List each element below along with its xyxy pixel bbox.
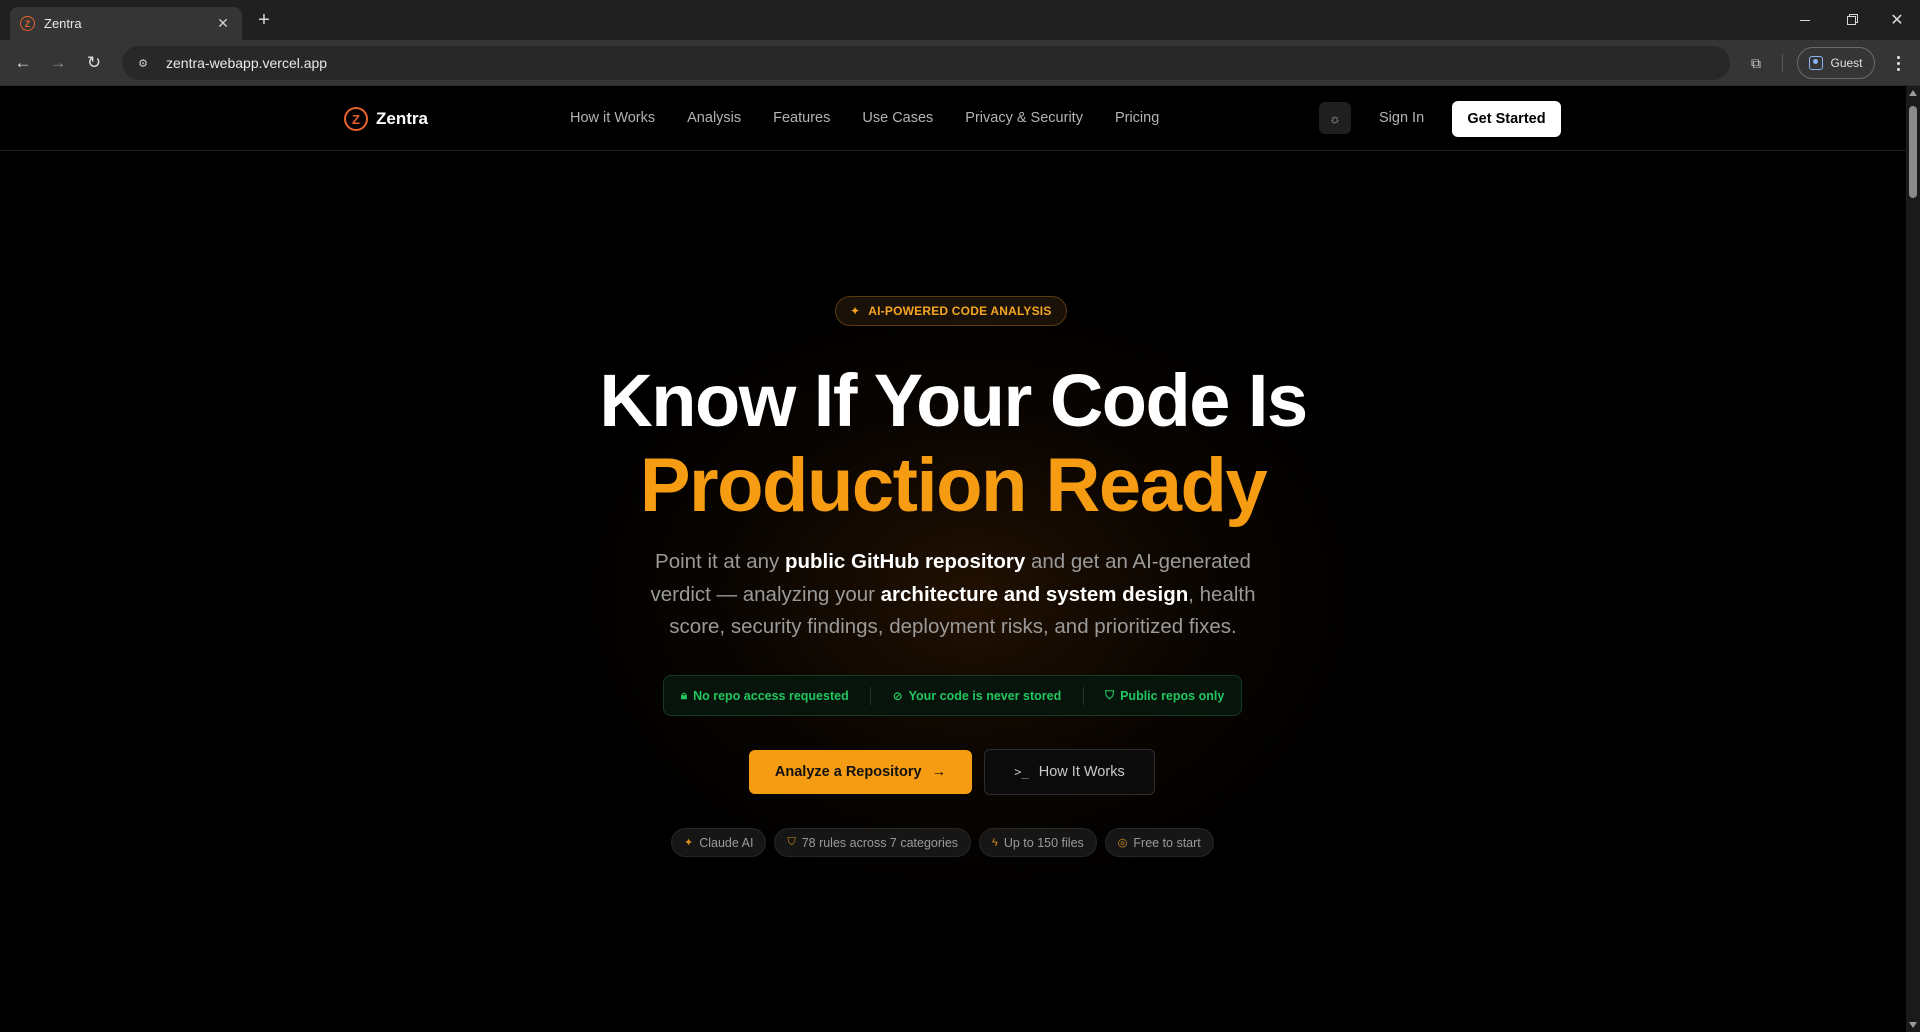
hero-badge-label: AI-POWERED CODE ANALYSIS [868,304,1052,318]
scroll-down-icon[interactable] [1909,1022,1917,1028]
minimize-icon [1800,19,1810,21]
site-logo[interactable]: Z Zentra [344,107,428,131]
chip: ✦ Claude AI [671,828,767,857]
divider [870,686,872,705]
trust-label: Your code is never stored [908,688,1062,703]
hero-subtitle: Point it at any public GitHub repository… [628,546,1278,644]
page-viewport: Z Zentra How it Works Analysis Features … [0,86,1920,1032]
shield-icon: ⛉ [787,836,796,848]
how-it-works-button[interactable]: >_ How It Works [984,749,1155,795]
sign-in-link[interactable]: Sign In [1379,110,1424,126]
trust-bar: 🔒︎ No repo access requested ⊘ Your code is… [663,675,1242,716]
minimize-window-button[interactable] [1782,0,1828,40]
tab-title: Zentra [44,16,82,31]
chip: ⛉ 78 rules across 7 categories [774,828,972,857]
terminal-icon: >_ [1014,765,1029,779]
divider [1082,686,1084,705]
profile-button[interactable]: Guest [1797,47,1875,79]
zentra-favicon-icon: Z [20,16,35,31]
hero-title-line2: Production Ready [639,443,1268,528]
nav-link-features[interactable]: Features [773,110,830,126]
browser-toolbar: ← → ↻ ⚙ zentra-webapp.vercel.app ⧉ Guest [0,40,1920,86]
trust-label: No repo access requested [693,688,849,703]
back-button[interactable]: ← [11,51,35,75]
nav-link-how-it-works[interactable]: How it Works [570,110,655,126]
scrollbar-thumb[interactable] [1909,106,1917,198]
check-circle-icon: ◎ [1117,837,1128,849]
theme-toggle-button[interactable]: ☼ [1319,102,1351,134]
scroll-up-icon[interactable] [1909,90,1917,96]
hero-title-line1: Know If Your Code Is [599,359,1308,442]
arrow-right-icon: → [49,53,67,72]
url-text: zentra-webapp.vercel.app [166,55,328,71]
restore-window-button[interactable] [1828,0,1874,40]
sun-icon: ☼ [1329,110,1341,126]
arrow-left-icon: ← [14,53,32,72]
sparkles-icon: ✦ [850,304,861,318]
search-tabs-icon[interactable]: ⧉ [1745,53,1767,73]
zap-icon: ϟ [992,836,998,849]
subtitle-text: Point it at any [655,550,785,573]
close-icon: ✕ [1890,12,1904,29]
site-header: Z Zentra How it Works Analysis Features … [0,86,1906,151]
profile-label: Guest [1830,56,1863,70]
browser-tab[interactable]: Z Zentra ✕ [10,7,242,40]
close-window-button[interactable]: ✕ [1874,0,1920,40]
main-nav: How it Works Analysis Features Use Cases… [570,110,1159,126]
feature-chips: ✦ Claude AI ⛉ 78 rules across 7 categories… [671,828,1214,857]
lock-icon: 🔒︎ [680,688,688,702]
subtitle-emphasis: public GitHub repository [784,550,1026,573]
nav-link-privacy-security[interactable]: Privacy & Security [965,110,1083,126]
arrow-right-icon: → [931,764,947,780]
restore-icon [1846,15,1856,25]
forward-button[interactable]: → [46,51,70,75]
chip-label: 78 rules across 7 categories [801,835,959,850]
trust-item: ⛉ Public repos only [1105,688,1224,703]
trust-item: 🔒︎ No repo access requested [681,688,849,703]
reload-button[interactable]: ↻ [82,51,106,75]
page-scrollbar[interactable] [1906,86,1920,1032]
nav-link-analysis[interactable]: Analysis [687,110,741,126]
shield-check-icon: ⛉ [1105,688,1115,702]
chip-label: Free to start [1133,835,1201,850]
trust-item: ⊘ Your code is never stored [893,689,1062,703]
address-bar[interactable]: ⚙ zentra-webapp.vercel.app [122,46,1730,80]
profile-icon [1809,56,1824,70]
get-started-button[interactable]: Get Started [1452,101,1561,137]
new-tab-button[interactable]: + [253,9,275,31]
brand-name: Zentra [376,109,428,128]
subtitle-emphasis: architecture and system design [880,582,1189,606]
chip: ϟ Up to 150 files [979,828,1097,857]
chip-label: Claude AI [699,835,754,850]
cta-label: How It Works [1038,764,1125,780]
close-tab-icon[interactable]: ✕ [214,15,232,32]
toolbar-divider [1782,54,1783,72]
browser-tabstrip: Z Zentra ✕ + ✕ [0,0,1920,40]
sparkles-icon: ✦ [684,837,694,849]
hero-badge: ✦ AI-POWERED CODE ANALYSIS [835,296,1067,326]
chip-label: Up to 150 files [1003,835,1084,850]
site-info-icon[interactable]: ⚙ [132,52,154,74]
chip: ◎ Free to start [1104,828,1214,857]
analyze-repository-button[interactable]: Analyze a Repository → [749,750,972,794]
reload-icon: ↻ [86,53,102,72]
cta-label: Analyze a Repository [774,764,922,780]
zentra-logo-icon: Z [344,107,368,131]
nav-link-pricing[interactable]: Pricing [1115,110,1159,126]
browser-menu-button[interactable] [1888,52,1908,74]
eye-off-icon: ⊘ [892,688,903,703]
trust-label: Public repos only [1120,688,1225,703]
nav-link-use-cases[interactable]: Use Cases [862,110,933,126]
